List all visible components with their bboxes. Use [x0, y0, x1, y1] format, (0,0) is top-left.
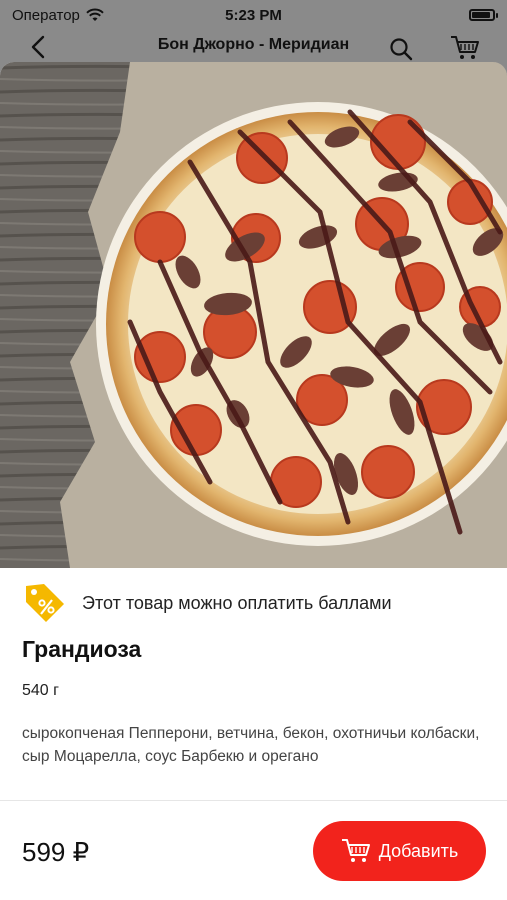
points-text: Этот товар можно оплатить баллами [82, 592, 392, 613]
search-icon[interactable] [388, 36, 414, 62]
product-description: сырокопченая Пепперони, ветчина, бекон, … [22, 725, 480, 765]
divider [0, 800, 507, 801]
status-left: Оператор [12, 7, 104, 24]
product-title: Грандиоза [22, 636, 142, 662]
add-to-cart-label: Добавить [378, 840, 459, 861]
product-price: 599 ₽ [22, 837, 90, 867]
product-photo [0, 62, 507, 568]
product-sheet: Этот товар можно оплатить баллами Гранди… [0, 62, 507, 900]
cart-icon [341, 839, 370, 862]
nav-title: Бон Джорно - Меридиан [157, 36, 350, 53]
battery-icon [469, 9, 498, 21]
product-weight: 540 г [22, 682, 59, 699]
points-notice: Этот товар можно оплатить баллами [22, 580, 392, 626]
wifi-icon [86, 8, 104, 21]
status-bar: Оператор 5:23 PM [0, 0, 507, 30]
add-to-cart-button[interactable]: Добавить [313, 821, 486, 881]
cart-icon[interactable] [450, 34, 480, 62]
discount-tag-icon [26, 584, 64, 622]
nav-bar: Бон Джорно - Меридиан [0, 30, 507, 66]
carrier-label: Оператор [12, 6, 80, 24]
